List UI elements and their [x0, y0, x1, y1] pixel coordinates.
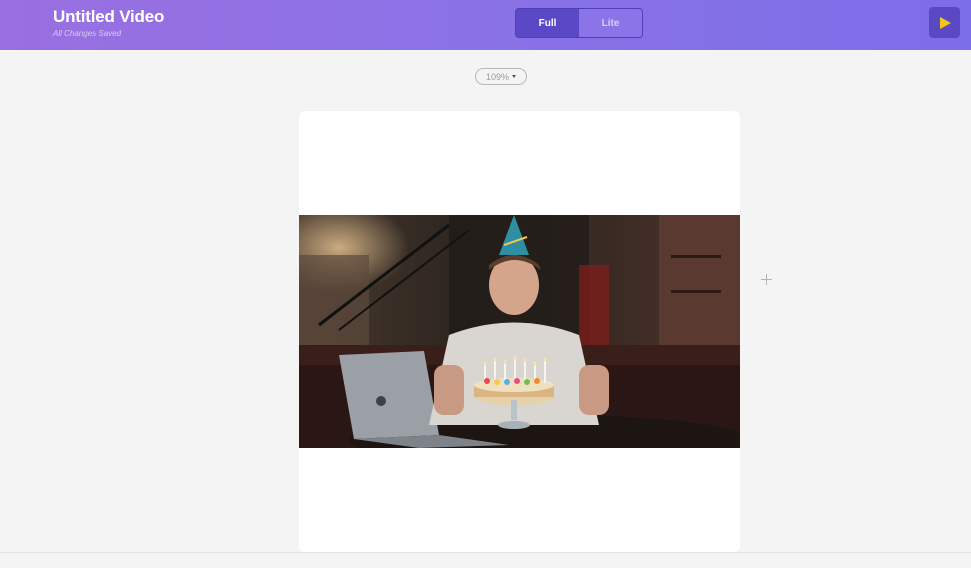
top-bar: Untitled Video All Changes Saved Full Li… — [0, 0, 971, 50]
video-canvas[interactable] — [299, 111, 740, 552]
caret-down-icon — [512, 75, 517, 78]
plus-icon[interactable] — [760, 273, 773, 286]
video-thumbnail — [299, 215, 740, 448]
video-frame[interactable] — [299, 215, 740, 448]
mode-toggle[interactable]: Full Lite — [515, 8, 643, 38]
zoom-dropdown[interactable]: 109% — [475, 68, 527, 85]
mode-full-button[interactable]: Full — [516, 9, 579, 37]
mode-lite-button[interactable]: Lite — [579, 9, 642, 37]
play-icon — [939, 16, 951, 29]
timeline-divider — [0, 552, 971, 553]
title-block: Untitled Video All Changes Saved — [53, 7, 164, 40]
save-status: All Changes Saved — [53, 29, 122, 38]
video-title[interactable]: Untitled Video — [53, 7, 164, 27]
zoom-value: 109% — [485, 71, 510, 82]
play-button[interactable] — [929, 7, 960, 38]
